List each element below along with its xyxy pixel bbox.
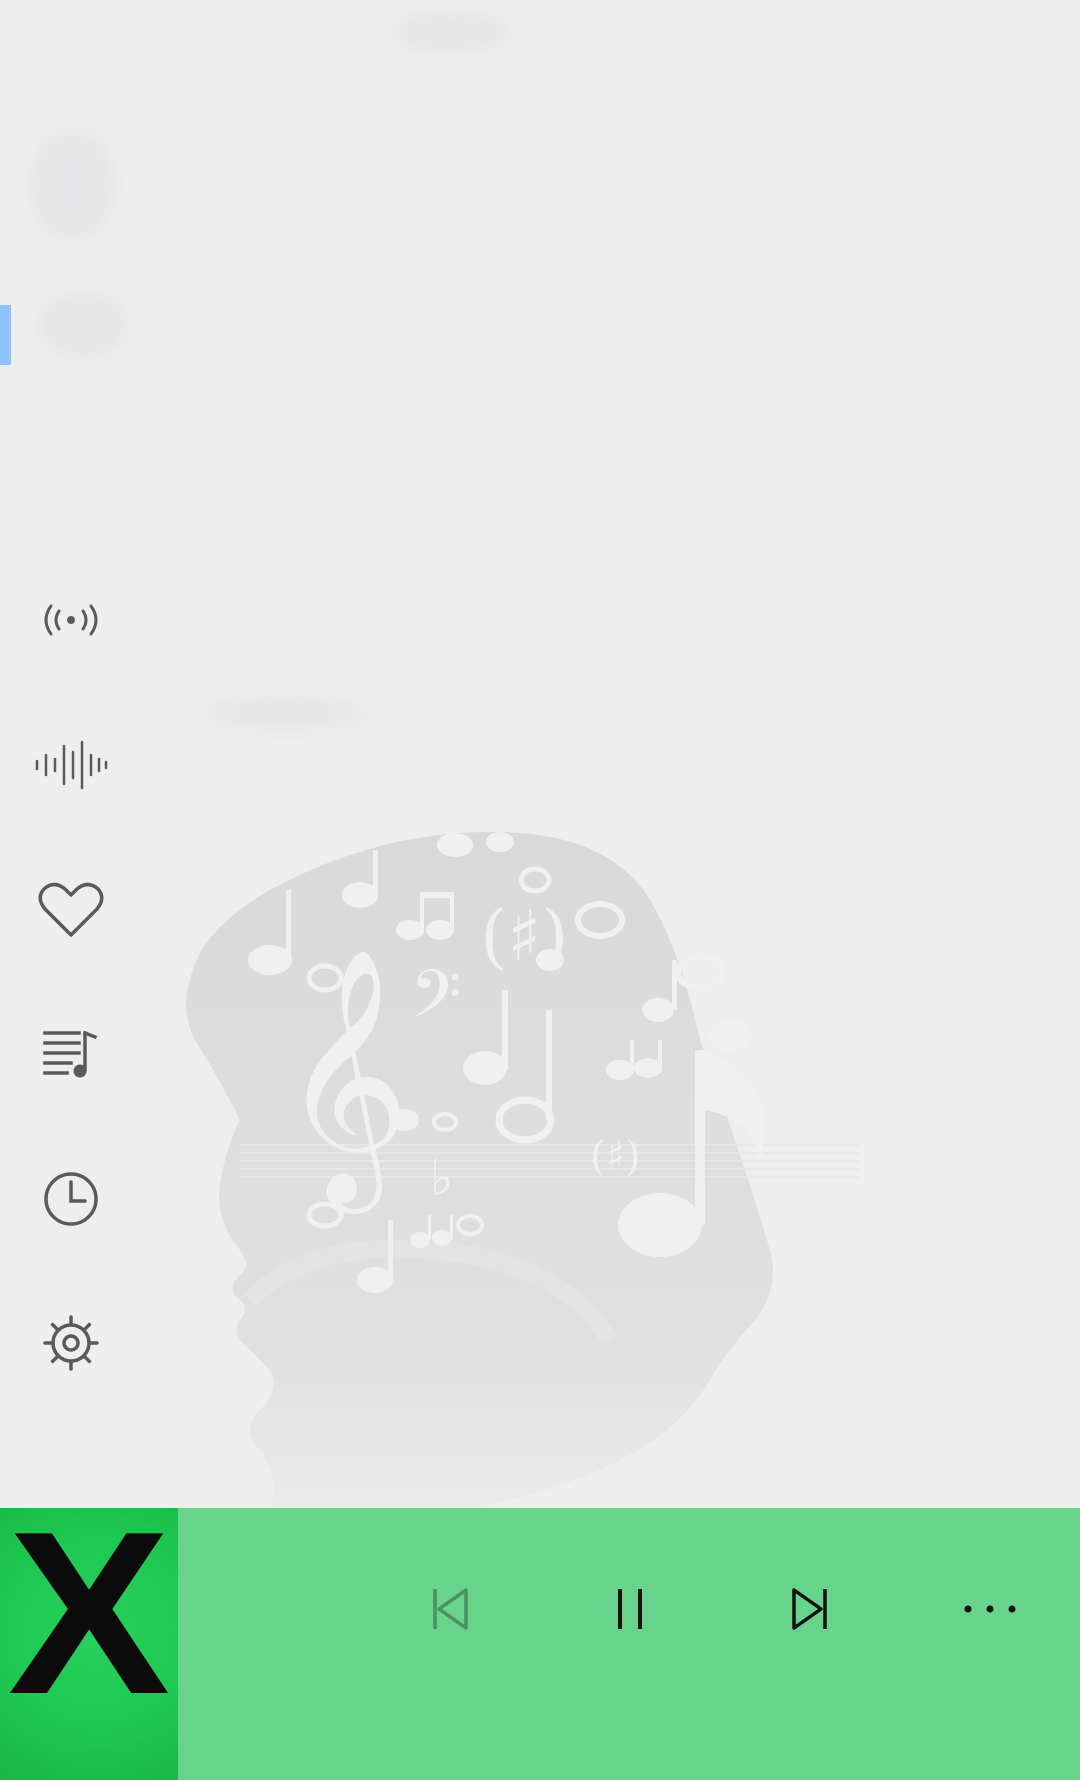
loading-placeholder — [390, 12, 510, 52]
loading-placeholder — [200, 698, 370, 728]
next-icon — [792, 1588, 827, 1630]
svg-text:♭: ♭ — [430, 1149, 454, 1207]
pause-icon — [618, 1589, 642, 1629]
album-art-letter: X — [7, 1508, 171, 1743]
music-head-silhouette-icon: (♯) 𝄞 𝄢 ♭ (♯) — [186, 831, 860, 1508]
clock-icon — [44, 1172, 98, 1226]
pause-button[interactable] — [585, 1574, 675, 1644]
svg-text:(♯): (♯) — [480, 895, 569, 977]
now-playing-bar: X — [0, 1508, 1080, 1780]
sidebar — [0, 0, 150, 1508]
audio-waveform-icon — [35, 740, 108, 790]
sidebar-item-playlists[interactable] — [25, 1009, 117, 1101]
previous-button[interactable] — [405, 1574, 495, 1644]
more-options-icon — [964, 1605, 1016, 1613]
sidebar-item-radio[interactable] — [25, 574, 117, 666]
settings-gear-icon — [43, 1315, 99, 1371]
heart-icon — [38, 882, 104, 937]
sidebar-item-favorites[interactable] — [25, 864, 117, 956]
album-art[interactable]: X — [0, 1508, 178, 1780]
previous-icon — [433, 1588, 468, 1630]
sidebar-item-settings[interactable] — [25, 1297, 117, 1389]
next-button[interactable] — [765, 1574, 855, 1644]
svg-text:(♯): (♯) — [590, 1134, 641, 1180]
svg-text:𝄢: 𝄢 — [410, 956, 461, 1049]
sidebar-item-waveform[interactable] — [25, 719, 117, 811]
radio-broadcast-icon — [44, 604, 98, 636]
more-options-button[interactable] — [945, 1574, 1035, 1644]
sidebar-item-history[interactable] — [25, 1153, 117, 1245]
playlist-icon — [43, 1030, 98, 1078]
svg-text:𝄞: 𝄞 — [280, 946, 410, 1214]
app-window: (♯) 𝄞 𝄢 ♭ (♯) X — [0, 0, 1080, 1780]
